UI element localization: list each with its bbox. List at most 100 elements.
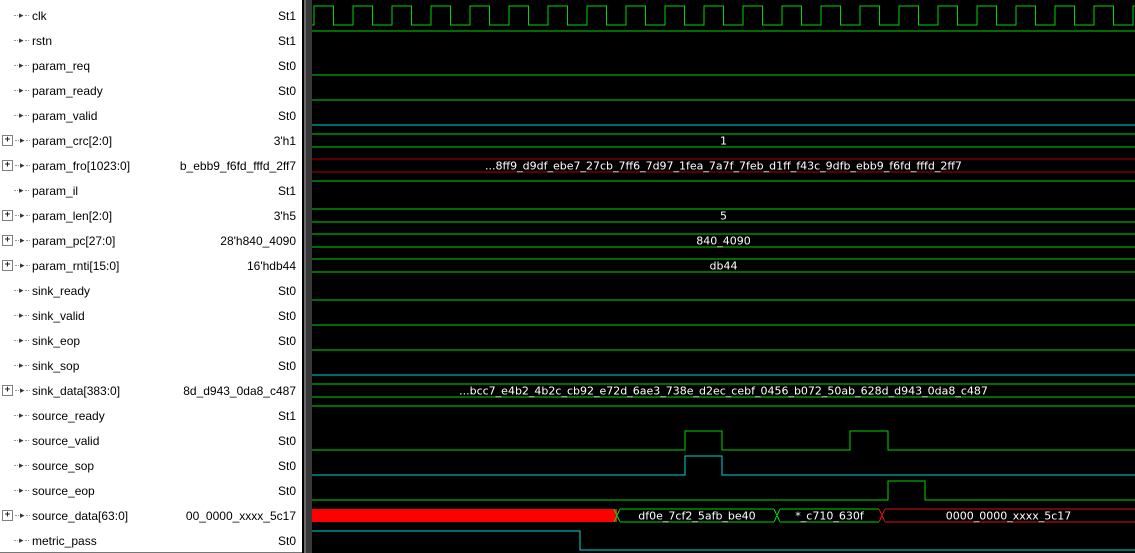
- signal-row-sink_eop[interactable]: ▸sink_eopSt0: [0, 328, 302, 353]
- signal-value: 8d_d943_0da8_c487: [183, 384, 296, 398]
- expand-icon[interactable]: +: [2, 510, 13, 521]
- tree-icons: +▸: [2, 385, 32, 396]
- svg-text:...bcc7_e4b2_4b2c_cb92_e72d_6a: ...bcc7_e4b2_4b2c_cb92_e72d_6ae3_738e_d2…: [459, 385, 988, 398]
- tree-dash: [26, 215, 30, 216]
- tree-dash: [26, 390, 30, 391]
- tree-icons: ▸: [2, 411, 32, 420]
- signal-name: source_data[63:0]: [32, 509, 128, 523]
- tree-dash: [14, 440, 18, 441]
- svg-text:...8ff9_d9df_ebe7_27cb_7ff6_7d: ...8ff9_d9df_ebe7_27cb_7ff6_7d97_1fea_7a…: [485, 160, 962, 173]
- tree-dash: [25, 340, 29, 341]
- wave-param_pc[27:0]: 840_4090: [312, 234, 1135, 248]
- tree-dash: [14, 290, 18, 291]
- panel-splitter[interactable]: [302, 0, 312, 553]
- tree-dash: [14, 340, 18, 341]
- expand-icon[interactable]: +: [2, 160, 13, 171]
- tree-dash: [25, 415, 29, 416]
- input-port-icon: ▸: [19, 436, 24, 445]
- tree-dash: [14, 40, 18, 41]
- signal-row-source_sop[interactable]: ▸source_sopSt0: [0, 453, 302, 478]
- signal-row-param_crc[interactable]: +▸param_crc[2:0]3'h1: [0, 128, 302, 153]
- signal-value: 28'h840_4090: [220, 234, 296, 248]
- wave-source_sop: [312, 456, 1135, 475]
- signal-row-sink_sop[interactable]: ▸sink_sopSt0: [0, 353, 302, 378]
- signal-row-param_ready[interactable]: ▸param_readySt0: [0, 78, 302, 103]
- wave-source_valid: [312, 431, 1135, 450]
- tree-icons: ▸: [2, 286, 32, 295]
- signal-value: St0: [278, 534, 296, 548]
- signal-value: 00_0000_xxxx_5c17: [186, 509, 296, 523]
- signal-row-source_eop[interactable]: ▸ source_eop St0: [0, 478, 302, 503]
- signal-value: St0: [278, 109, 296, 123]
- signal-name: clk: [32, 9, 47, 23]
- wave-clk: [312, 6, 1135, 25]
- signal-value: St0: [278, 484, 296, 498]
- signal-row-source_ready[interactable]: ▸source_readySt1: [0, 403, 302, 428]
- input-port-icon: ▸: [19, 411, 24, 420]
- signal-name: source_eop: [32, 484, 95, 498]
- signal-row-param_len[interactable]: +▸param_len[2:0]3'h5: [0, 203, 302, 228]
- signal-value: St0: [278, 84, 296, 98]
- signal-value: St0: [278, 284, 296, 298]
- tree-dash: [26, 165, 30, 166]
- signal-row-param_rnti[interactable]: +▸param_rnti[15:0]16'hdb44: [0, 253, 302, 278]
- signal-name: sink_eop: [32, 334, 80, 348]
- signal-row-sink_ready[interactable]: ▸sink_readySt0: [0, 278, 302, 303]
- signal-name: param_req: [32, 59, 90, 73]
- tree-dash: [25, 490, 29, 491]
- tree-icons: +▸: [2, 210, 32, 221]
- tree-dash: [25, 440, 29, 441]
- svg-text:0000_0000_xxxx_5c17: 0000_0000_xxxx_5c17: [946, 510, 1072, 523]
- input-port-icon: ▸: [19, 11, 24, 20]
- input-port-icon: ▸: [20, 236, 25, 245]
- tree-dash: [25, 190, 29, 191]
- expand-icon[interactable]: +: [2, 210, 13, 221]
- signal-row-clk[interactable]: ▸clkSt1: [0, 3, 302, 28]
- signal-row-param_req[interactable]: ▸param_reqSt0: [0, 53, 302, 78]
- signal-row-sink_data[interactable]: +▸sink_data[383:0]8d_d943_0da8_c487: [0, 378, 302, 403]
- wave-metric_pass: [312, 531, 1135, 550]
- signal-row-source_data[interactable]: +▸source_data[63:0] 00_0000_xxxx_5c17: [0, 503, 302, 528]
- expand-icon[interactable]: +: [2, 260, 13, 271]
- signal-row-source_valid[interactable]: ▸source_validSt0: [0, 428, 302, 453]
- tree-dash: [15, 515, 19, 516]
- signal-row-sink_valid[interactable]: ▸sink_validSt0: [0, 303, 302, 328]
- tree-dash: [15, 215, 19, 216]
- waveforms-canvas[interactable]: 1...8ff9_d9df_ebe7_27cb_7ff6_7d97_1fea_7…: [312, 0, 1135, 553]
- signal-row-metric_pass[interactable]: ▸metric_passSt0: [0, 528, 302, 553]
- signal-row-param_valid[interactable]: ▸param_validSt0: [0, 103, 302, 128]
- signal-value: St0: [278, 309, 296, 323]
- input-port-icon: ▸: [19, 486, 24, 495]
- input-port-icon: ▸: [20, 386, 25, 395]
- tree-dash: [26, 140, 30, 141]
- signal-value: St1: [278, 184, 296, 198]
- tree-dash: [25, 365, 29, 366]
- tree-icons: ▸: [2, 486, 32, 495]
- tree-dash: [25, 290, 29, 291]
- waveform-panel[interactable]: 1...8ff9_d9df_ebe7_27cb_7ff6_7d97_1fea_7…: [312, 0, 1135, 553]
- tree-icons: +▸: [2, 135, 32, 146]
- signal-row-param_pc[interactable]: +▸param_pc[27:0]28'h840_4090: [0, 228, 302, 253]
- tree-dash: [15, 265, 19, 266]
- tree-dash: [14, 365, 18, 366]
- waveform-viewer: ▸clkSt1▸rstnSt1▸param_reqSt0▸param_ready…: [0, 0, 1135, 553]
- signal-names-panel: ▸clkSt1▸rstnSt1▸param_reqSt0▸param_ready…: [0, 0, 302, 553]
- expand-icon[interactable]: +: [2, 385, 13, 396]
- signal-value: 3'h5: [274, 209, 296, 223]
- input-port-icon: ▸: [20, 161, 25, 170]
- tree-dash: [25, 15, 29, 16]
- signal-row-rstn[interactable]: ▸rstnSt1: [0, 28, 302, 53]
- expand-icon[interactable]: +: [2, 135, 13, 146]
- signal-name: source_sop: [32, 459, 94, 473]
- tree-icons: +▸: [2, 160, 32, 171]
- signal-name: metric_pass: [32, 534, 97, 548]
- signal-name: param_valid: [32, 109, 97, 123]
- signal-row-param_fro[interactable]: +▸param_fro[1023:0]b_ebb9_f6fd_fffd_2ff7: [0, 153, 302, 178]
- tree-icons: +▸: [2, 510, 32, 521]
- tree-icons: ▸: [2, 436, 32, 445]
- input-port-icon: ▸: [19, 286, 24, 295]
- signal-row-param_il[interactable]: ▸param_ilSt1: [0, 178, 302, 203]
- tree-dash: [14, 190, 18, 191]
- expand-icon[interactable]: +: [2, 235, 13, 246]
- tree-icons: +▸: [2, 235, 32, 246]
